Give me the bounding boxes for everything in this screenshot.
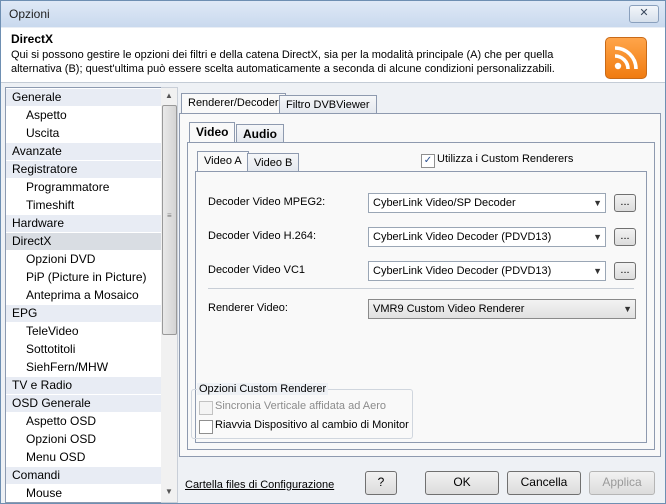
tab-renderer-decoder[interactable]: Renderer/Decoder	[181, 93, 286, 114]
custom-renderers-label: Utilizza i Custom Renderers	[437, 153, 574, 165]
select-value: CyberLink Video Decoder (PDVD13)	[373, 265, 552, 277]
vsync-aero-checkbox[interactable]	[199, 401, 213, 415]
renderer-video-select[interactable]: VMR9 Custom Video Renderer ▼	[368, 299, 636, 319]
tab-video-a[interactable]: Video A	[197, 151, 249, 172]
sidebar-item-avanzate[interactable]: Avanzate	[6, 143, 162, 160]
tab-filtro-dvbviewer[interactable]: Filtro DVBViewer	[279, 95, 377, 113]
sidebar-item-hardware[interactable]: Hardware	[6, 215, 162, 232]
decoder-vc1-label: Decoder Video VC1	[208, 264, 306, 276]
dropdown-arrow-icon: ▼	[593, 266, 602, 276]
sidebar-item-uscita[interactable]: Uscita	[6, 125, 162, 142]
decoder-vc1-settings-button[interactable]: ...	[614, 262, 636, 280]
sidebar-item-televideo[interactable]: TeleVideo	[6, 323, 162, 340]
section-description: Qui si possono gestire le opzioni dei fi…	[11, 49, 555, 75]
window-title: Opzioni	[9, 7, 50, 21]
section-title: DirectX	[11, 32, 54, 46]
ok-button[interactable]: OK	[425, 471, 499, 495]
check-icon: ✓	[423, 155, 433, 166]
decoder-mpeg2-settings-button[interactable]: ...	[614, 194, 636, 212]
tab-label: Renderer/Decoder	[188, 97, 279, 109]
custom-renderer-options-group	[191, 389, 413, 439]
tab-audio[interactable]: Audio	[236, 124, 284, 142]
rss-feed-icon	[605, 37, 647, 79]
decoder-h264-select[interactable]: CyberLink Video Decoder (PDVD13) ▼	[368, 227, 606, 247]
sidebar-item-timeshift[interactable]: Timeshift	[6, 197, 162, 214]
tab-label: Video A	[204, 155, 242, 167]
config-folder-link[interactable]: Cartella files di Configurazione	[185, 479, 334, 491]
renderer-video-label: Renderer Video:	[208, 302, 288, 314]
sidebar-item-comandi[interactable]: Comandi	[6, 467, 162, 484]
dropdown-arrow-icon: ▼	[593, 232, 602, 242]
sidebar-item-aspetto[interactable]: Aspetto	[6, 107, 162, 124]
select-value: VMR9 Custom Video Renderer	[373, 303, 525, 315]
grip-icon: ≡	[167, 211, 172, 220]
custom-renderers-checkbox[interactable]: ✓	[421, 154, 435, 168]
sidebar-item-aspetto-osd[interactable]: Aspetto OSD	[6, 413, 162, 430]
sidebar-item-siehfern-mhw[interactable]: SiehFern/MHW	[6, 359, 162, 376]
tab-label: Video	[196, 125, 229, 139]
dropdown-arrow-icon: ▼	[593, 198, 602, 208]
apply-button[interactable]: Applica	[589, 471, 655, 495]
select-value: CyberLink Video/SP Decoder	[373, 197, 516, 209]
sidebar-item-mouse[interactable]: Mouse	[6, 485, 162, 502]
sidebar-item-anteprima-a-mosaico[interactable]: Anteprima a Mosaico	[6, 287, 162, 304]
help-button[interactable]: ?	[365, 471, 397, 495]
divider	[208, 288, 634, 289]
close-button[interactable]: ✕	[629, 5, 659, 23]
vsync-aero-label: Sincronia Verticale affidata ad Aero	[215, 400, 387, 412]
options-window: Opzioni ✕ DirectX Qui si possono gestire…	[0, 0, 666, 504]
sidebar-item-generale[interactable]: Generale	[6, 89, 162, 106]
custom-renderer-options-title: Opzioni Custom Renderer	[197, 383, 329, 395]
options-tree[interactable]: Generale Aspetto Uscita Avanzate Registrator…	[5, 87, 165, 503]
scrollbar-thumb[interactable]: ≡	[162, 105, 177, 335]
section-header: DirectX Qui si possono gestire le opzion…	[1, 28, 665, 83]
decoder-vc1-select[interactable]: CyberLink Video Decoder (PDVD13) ▼	[368, 261, 606, 281]
tab-label: Video B	[254, 157, 293, 169]
sidebar-item-opzioni-osd[interactable]: Opzioni OSD	[6, 431, 162, 448]
tab-label: Audio	[243, 127, 277, 141]
dropdown-arrow-icon: ▼	[623, 304, 632, 314]
sidebar-item-epg[interactable]: EPG	[6, 305, 162, 322]
decoder-h264-label: Decoder Video H.264:	[208, 230, 317, 242]
sidebar-item-tv-e-radio[interactable]: TV e Radio	[6, 377, 162, 394]
close-icon: ✕	[639, 7, 649, 19]
tab-video[interactable]: Video	[189, 122, 236, 143]
sidebar-item-menu-osd[interactable]: Menu OSD	[6, 449, 162, 466]
decoder-h264-settings-button[interactable]: ...	[614, 228, 636, 246]
scroll-up-arrow-icon[interactable]: ▲	[163, 90, 175, 102]
sidebar-item-registratore[interactable]: Registratore	[6, 161, 162, 178]
sidebar-item-programmatore[interactable]: Programmatore	[6, 179, 162, 196]
sidebar-item-pip-picture-in-picture[interactable]: PiP (Picture in Picture)	[6, 269, 162, 286]
sidebar-item-opzioni-dvd[interactable]: Opzioni DVD	[6, 251, 162, 268]
sidebar-item-osd-generale[interactable]: OSD Generale	[6, 395, 162, 412]
decoder-mpeg2-label: Decoder Video MPEG2:	[208, 196, 326, 208]
tab-label: Filtro DVBViewer	[286, 99, 370, 111]
scroll-down-arrow-icon[interactable]: ▼	[163, 486, 175, 498]
cancel-button[interactable]: Cancella	[507, 471, 581, 495]
decoder-mpeg2-select[interactable]: CyberLink Video/SP Decoder ▼	[368, 193, 606, 213]
restart-device-label: Riavvia Dispositivo al cambio di Monitor	[215, 419, 409, 431]
tab-video-b[interactable]: Video B	[247, 153, 300, 171]
content-area: Generale Aspetto Uscita Avanzate Registrator…	[1, 83, 665, 503]
restart-device-checkbox[interactable]	[199, 420, 213, 434]
title-bar[interactable]: Opzioni ✕	[1, 1, 665, 27]
sidebar-item-sottotitoli[interactable]: Sottotitoli	[6, 341, 162, 358]
select-value: CyberLink Video Decoder (PDVD13)	[373, 231, 552, 243]
sidebar-scrollbar[interactable]: ▲ ≡ ▼	[161, 87, 178, 503]
sidebar-item-directx[interactable]: DirectX	[6, 233, 162, 250]
